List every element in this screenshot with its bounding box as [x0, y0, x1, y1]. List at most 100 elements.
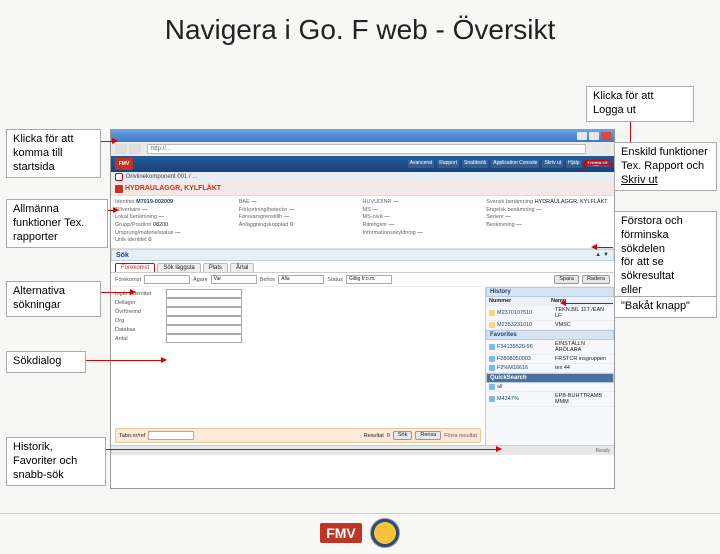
form-input-antal[interactable] — [166, 334, 242, 343]
anno-back-button: "Bakåt knapp" — [614, 296, 717, 318]
collapse-icon[interactable]: ▼ — [603, 252, 609, 258]
url-bar[interactable]: http://... — [147, 144, 586, 154]
side-item[interactable]: M2353231010VMSC — [486, 321, 614, 330]
history-header[interactable]: History — [486, 287, 614, 297]
detail-field: Informationsskyldning — — [363, 230, 487, 238]
item-icon — [489, 356, 495, 362]
filter-label: Behov — [260, 277, 276, 283]
home-icon[interactable] — [115, 173, 123, 181]
detail-panel: Identitet M7019-002009Tillverkare —Lokal… — [111, 196, 614, 249]
resize-controls[interactable]: ▲ ▼ — [595, 252, 609, 258]
detail-field: HUVUDINR — — [363, 199, 487, 207]
detail-field: Grupp/Position 08200 — [115, 222, 239, 230]
side-item[interactable]: M4347%EPB-BUHTTRAMB MMM — [486, 392, 614, 407]
detail-field: Förkortning/beteckn — — [239, 207, 363, 215]
window-titlebar — [111, 130, 614, 142]
filter-select-ägare[interactable]: Var — [211, 275, 257, 284]
form-label: Databas — [115, 327, 163, 333]
footer-select[interactable] — [148, 431, 194, 440]
detail-field: Unik identitet 0 — [115, 237, 239, 245]
form-label: Dellager — [115, 300, 163, 306]
tab-sök läggsta[interactable]: Sök läggsta — [157, 263, 200, 272]
arrow — [596, 247, 613, 248]
header-link-application-console[interactable]: Application Console — [491, 160, 539, 168]
header-link-hjälp[interactable]: Hjälp — [566, 160, 581, 168]
arrow — [105, 449, 500, 450]
side-item[interactable]: F34135520-96EINSTÄLLN ÄRÖLARA — [486, 340, 614, 355]
form-input-övrföremd[interactable] — [166, 307, 242, 316]
form-input-dellager[interactable] — [166, 298, 242, 307]
item-icon — [489, 384, 495, 390]
filter-select-behov[interactable]: Alla — [278, 275, 324, 284]
result-count: 0 — [387, 433, 390, 439]
anno-home: Klicka för att komma till startsida — [6, 129, 101, 178]
browser-toolbar: http://... — [111, 142, 614, 156]
side-item[interactable]: F2808050003FRSTCR insgruppen — [486, 355, 614, 364]
anno-logout: Klicka för att Logga ut — [586, 86, 694, 122]
favorites-header[interactable]: Favorites — [486, 330, 614, 340]
detail-field: Försvarsgrenstillh — — [239, 214, 363, 222]
form-input-ingår-i-identitet[interactable] — [166, 289, 242, 298]
prev-result-link[interactable]: Förra resultat — [444, 433, 477, 439]
breadcrumb: Drivlinekomponent 001 / ... — [111, 172, 614, 182]
arrow — [100, 292, 134, 293]
tab-årtal[interactable]: Årtal — [230, 263, 254, 272]
app-header: FMV AvanceratRapportSnabbsökApplication … — [111, 156, 614, 172]
save-button[interactable]: Spara — [554, 275, 579, 284]
item-icon — [115, 185, 123, 193]
nav-back-icon[interactable] — [115, 144, 127, 154]
result-label: Resultat — [364, 433, 384, 439]
form-label: Antal — [115, 336, 163, 342]
detail-field: Lokal benämning — — [115, 214, 239, 222]
status-bar: Ready — [111, 445, 614, 455]
clear-button[interactable]: Rensa — [415, 431, 441, 440]
item-header: HYDRAULAGGR, KYLFLÄKT — [111, 182, 614, 196]
delete-button[interactable]: Radera — [582, 275, 610, 284]
arrow — [107, 210, 117, 211]
maximize-icon[interactable] — [589, 132, 599, 140]
close-icon[interactable] — [601, 132, 611, 140]
form-input-org[interactable] — [166, 316, 242, 325]
stop-icon[interactable] — [602, 145, 610, 153]
item-icon — [489, 365, 495, 371]
side-item[interactable]: M2370107510TEKN.BIL 11T /EAN LF — [486, 306, 614, 321]
anno-single-funcs: Enskild funktioner Tex. Rapport och Skri… — [614, 142, 717, 191]
expand-icon[interactable]: ▲ — [595, 252, 601, 258]
detail-field: Anläggningskopplad 0 — [239, 222, 363, 230]
side-item[interactable]: F2%M16616tex 44 — [486, 364, 614, 373]
quicksearch-header[interactable]: QuickSearch — [486, 373, 614, 383]
anno-history: Historik, Favoriter och snabb-sök — [6, 437, 106, 486]
form-input-databas[interactable] — [166, 325, 242, 334]
anno-alt-search: Alternativa sökningar — [6, 281, 101, 317]
header-link-avancerat[interactable]: Avancerat — [408, 160, 434, 168]
refresh-icon[interactable] — [592, 145, 600, 153]
filter-select-status[interactable]: Giltig fr.o.m. — [346, 275, 392, 284]
item-icon — [489, 344, 495, 350]
item-icon — [489, 396, 495, 402]
side-item[interactable]: all — [486, 383, 614, 392]
nav-forward-icon[interactable] — [129, 144, 141, 154]
tab-plats[interactable]: Plats — [203, 263, 228, 272]
filter-label: Ägare — [193, 277, 208, 283]
filter-label: Förekomst — [115, 277, 141, 283]
app-logo[interactable]: FMV — [115, 158, 133, 170]
side-pane: History Nummer Namn M2370107510TEKN.BIL … — [486, 287, 614, 445]
arrow — [586, 164, 613, 165]
arrow — [100, 141, 116, 142]
header-link-skriv-ut[interactable]: Skriv ut — [542, 160, 563, 168]
search-button[interactable]: Sök — [393, 431, 412, 440]
breadcrumb-text: Drivlinekomponent 001 / ... — [126, 174, 197, 180]
footer-crest-icon — [370, 518, 400, 548]
tab-förekomst[interactable]: Förekomst — [115, 263, 155, 272]
status-text: Ready — [596, 448, 610, 454]
filter-select-förekomst[interactable] — [144, 275, 190, 284]
detail-field: Ursprung/materielstatus — — [115, 230, 239, 238]
search-tabs: FörekomstSök läggstaPlatsÅrtal — [111, 261, 614, 273]
detail-field: Svensk benämning HYDRAULAGGR, KYLFLÄKT — [486, 199, 610, 207]
header-link-rapport[interactable]: Rapport — [437, 160, 459, 168]
col-nummer: Nummer — [489, 298, 549, 304]
form-label: Org — [115, 318, 163, 324]
minimize-icon[interactable] — [577, 132, 587, 140]
header-link-snabbsök[interactable]: Snabbsök — [462, 160, 488, 168]
detail-field: MS-nivå — — [363, 214, 487, 222]
